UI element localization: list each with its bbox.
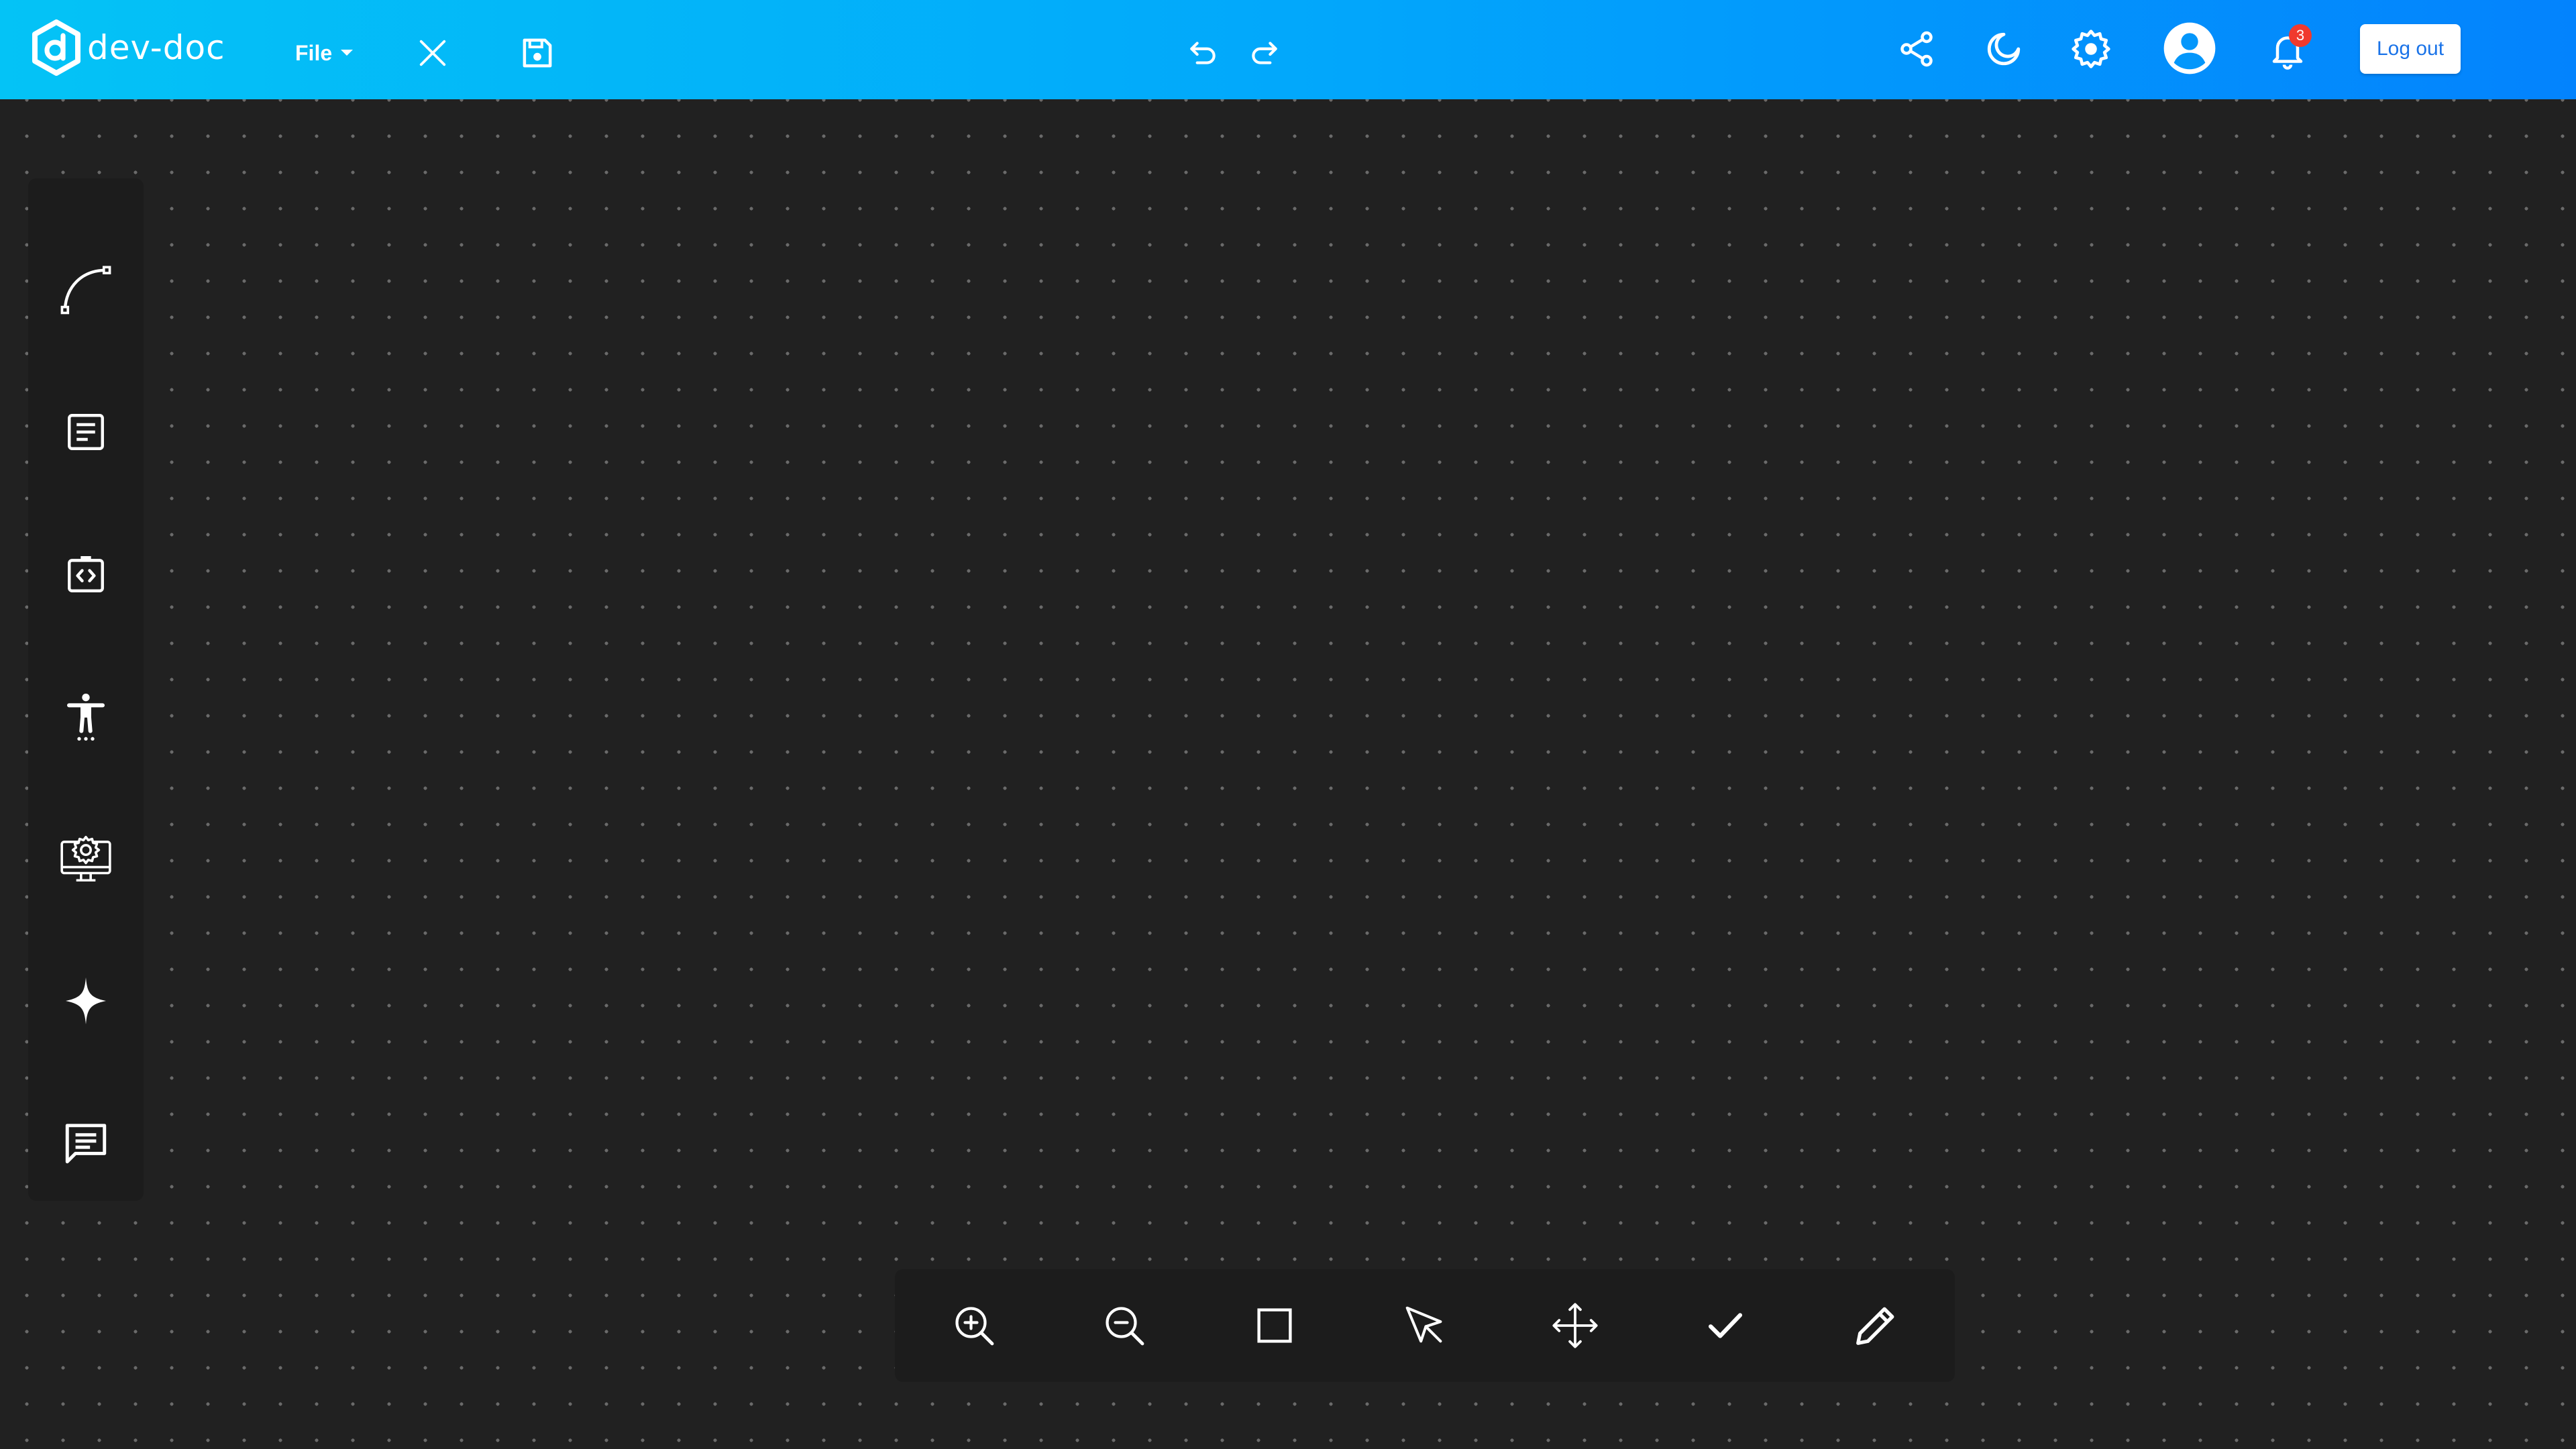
undo-button[interactable] (1182, 32, 1224, 74)
comment-tool-button[interactable] (55, 1112, 117, 1174)
file-menu-button[interactable]: File (295, 35, 354, 71)
bezier-curve-icon (60, 266, 111, 315)
theme-toggle-button[interactable] (1980, 25, 2027, 72)
left-toolbar (28, 178, 144, 1201)
code-block-tool-button[interactable] (55, 543, 117, 605)
code-clipboard-icon (68, 556, 104, 592)
curve-tool-button[interactable] (55, 259, 117, 321)
app-root: dev-doc File 3 Log out (0, 0, 2576, 1449)
caret-down-icon (341, 50, 354, 56)
select-tool-button[interactable] (1394, 1295, 1456, 1356)
confirm-button[interactable] (1695, 1295, 1756, 1356)
zoom-in-button[interactable] (943, 1295, 1005, 1356)
chat-lines-icon (65, 1124, 107, 1164)
close-icon (419, 40, 446, 66)
monitor-gear-icon (60, 835, 111, 882)
move-tool-button[interactable] (1544, 1295, 1606, 1356)
share-icon (1900, 31, 1933, 67)
undo-icon (1190, 42, 1216, 64)
app-name: dev-doc (87, 28, 225, 67)
zoom-out-button[interactable] (1093, 1295, 1155, 1356)
gear-icon (2072, 30, 2110, 68)
redo-icon (1252, 42, 1277, 64)
notifications-button[interactable]: 3 (2262, 24, 2313, 75)
zoom-in-icon (955, 1307, 994, 1346)
logout-button[interactable]: Log out (2360, 24, 2461, 74)
sparkle-star-icon (66, 977, 106, 1024)
square-icon (1257, 1308, 1292, 1343)
cursor-arrow-icon (1405, 1306, 1442, 1343)
save-button[interactable] (517, 32, 558, 74)
top-header-bar: dev-doc File 3 Log out (0, 0, 2576, 99)
accessibility-icon (67, 694, 105, 741)
check-icon (1708, 1313, 1743, 1338)
share-button[interactable] (1893, 25, 1940, 72)
account-button[interactable] (2161, 20, 2218, 76)
rectangle-tool-button[interactable] (1244, 1295, 1305, 1356)
save-icon (523, 38, 552, 68)
zoom-out-icon (1106, 1307, 1144, 1346)
moon-icon (1987, 32, 2021, 66)
bottom-toolbar (895, 1269, 1955, 1382)
settings-button[interactable] (2068, 25, 2114, 72)
hexagon-d-logo-icon (32, 19, 80, 76)
app-logo[interactable]: dev-doc (30, 17, 225, 78)
account-circle-icon (2163, 22, 2216, 74)
accessibility-tool-button[interactable] (55, 686, 117, 747)
redo-button[interactable] (1244, 32, 1285, 74)
document-lines-icon (68, 414, 104, 450)
close-button[interactable] (412, 32, 453, 74)
pencil-icon (1856, 1307, 1894, 1345)
sparkle-tool-button[interactable] (55, 970, 117, 1032)
file-menu-label: File (295, 40, 333, 65)
notification-count-badge: 3 (2289, 24, 2312, 47)
monitor-settings-tool-button[interactable] (55, 828, 117, 890)
move-arrows-icon (1552, 1303, 1598, 1348)
document-tool-button[interactable] (55, 401, 117, 463)
pencil-tool-button[interactable] (1845, 1295, 1907, 1356)
